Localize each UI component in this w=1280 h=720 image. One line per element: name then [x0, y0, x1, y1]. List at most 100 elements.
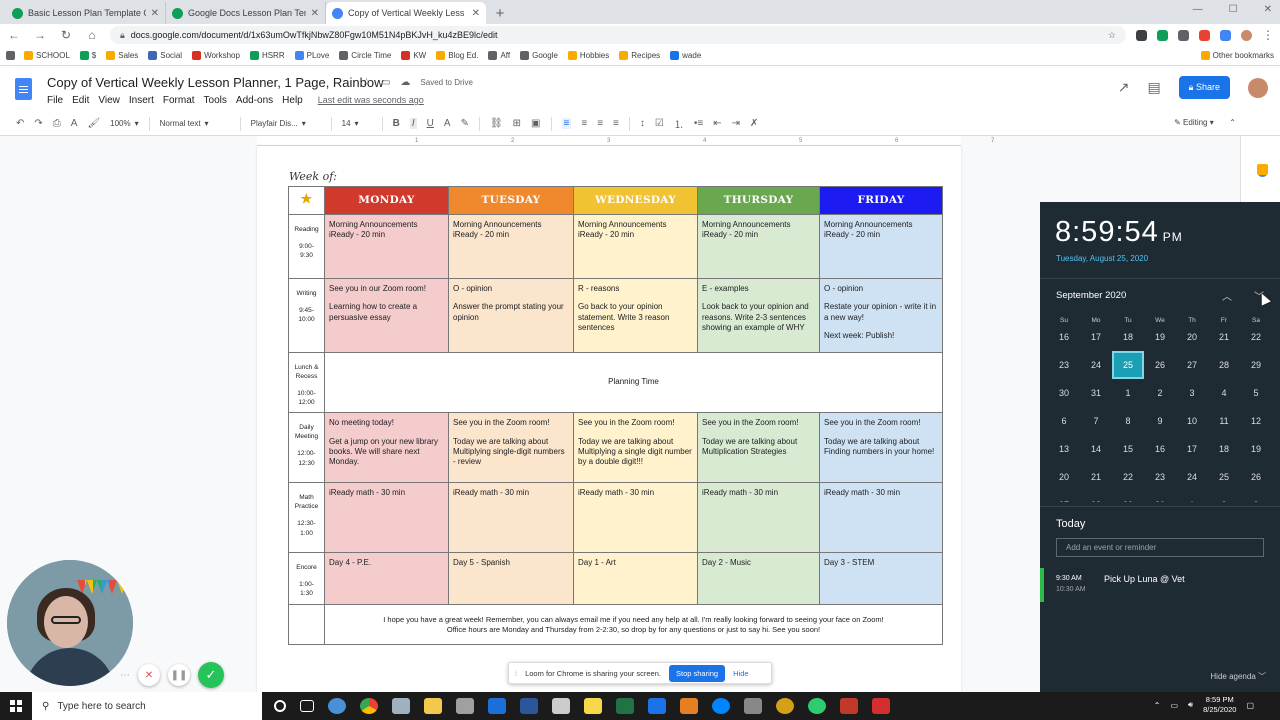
- url-input[interactable]: 🔒︎ docs.google.com/document/d/1x63umOwTf…: [110, 26, 1126, 44]
- calendar-day[interactable]: 20: [1176, 330, 1208, 351]
- calendar-day[interactable]: 30: [1144, 491, 1176, 502]
- calendar-day[interactable]: 8: [1112, 407, 1144, 435]
- browser-tab[interactable]: Google Docs Lesson Plan Templa ✕: [166, 2, 326, 24]
- menu-help[interactable]: Help: [282, 95, 303, 106]
- link-icon[interactable]: ⛓: [490, 118, 503, 129]
- row-label[interactable]: Daily Meeting 12:00- 12:30: [288, 412, 325, 484]
- tab-close-icon[interactable]: ✕: [151, 8, 159, 19]
- menu-tools[interactable]: Tools: [204, 95, 227, 106]
- align-center-icon[interactable]: ≡: [581, 118, 587, 129]
- lesson-cell[interactable]: Day 3 - STEM: [819, 552, 943, 606]
- calendar-day[interactable]: 19: [1144, 330, 1176, 351]
- calendar-day[interactable]: 23: [1144, 463, 1176, 491]
- app-icon[interactable]: [840, 698, 858, 714]
- decrease-indent-icon[interactable]: ⇤: [713, 118, 721, 129]
- clear-formatting-icon[interactable]: ✗: [750, 118, 758, 129]
- lesson-cell[interactable]: Day 2 - Music: [697, 552, 820, 606]
- row-label[interactable]: Lunch & Recess 10:00- 12:00: [288, 351, 325, 414]
- calendar-day[interactable]: 22: [1240, 330, 1272, 351]
- italic-icon[interactable]: I: [409, 118, 417, 129]
- text-color-icon[interactable]: A: [444, 118, 451, 129]
- extension-icon[interactable]: [1199, 29, 1210, 41]
- lesson-planner-table[interactable]: ★ MONDAY TUESDAY WEDNESDAY THURSDAY FRIDAY Re…: [288, 186, 943, 646]
- cancel-recording-icon[interactable]: ✕: [138, 664, 160, 686]
- day-header-monday[interactable]: MONDAY: [324, 186, 449, 215]
- calendar-day[interactable]: 29: [1112, 491, 1144, 502]
- redo-icon[interactable]: ↷: [34, 118, 42, 129]
- calendar-day[interactable]: 13: [1048, 435, 1080, 463]
- bookmark-item[interactable]: SCHOOL: [24, 51, 70, 60]
- lesson-cell[interactable]: iReady math - 30 min: [324, 482, 449, 554]
- lesson-cell[interactable]: iReady math - 30 min: [819, 482, 943, 554]
- browser-tab[interactable]: Basic Lesson Plan Template Goog ✕: [6, 2, 166, 24]
- day-header-thursday[interactable]: THURSDAY: [697, 186, 820, 215]
- week-of-label[interactable]: Week of:: [289, 170, 337, 183]
- line-spacing-icon[interactable]: ↕: [640, 118, 645, 129]
- lesson-cell[interactable]: E - examples Look back to your opinion an…: [697, 277, 820, 353]
- calendar-day[interactable]: 11: [1208, 407, 1240, 435]
- highlight-icon[interactable]: ✎: [461, 118, 469, 129]
- bookmark-item[interactable]: HSRR: [249, 51, 285, 60]
- notifications-icon[interactable]: ▢: [1246, 701, 1254, 710]
- bookmark-item[interactable]: Hobbies: [567, 51, 609, 60]
- calendar-day[interactable]: 26: [1240, 463, 1272, 491]
- calendar-day[interactable]: 26: [1144, 351, 1176, 379]
- volume-icon[interactable]: 🔊︎: [1188, 700, 1193, 710]
- lesson-cell[interactable]: Day 1 - Art: [573, 552, 698, 606]
- clock-date[interactable]: Tuesday, August 25, 2020: [1056, 254, 1148, 263]
- lesson-cell[interactable]: R - reasons Go back to your opinion state…: [573, 277, 698, 353]
- lesson-cell[interactable]: Morning Announcements iReady - 20 min: [819, 213, 943, 279]
- bulleted-list-icon[interactable]: •≡: [694, 118, 703, 129]
- calendar-day[interactable]: 27: [1048, 491, 1080, 502]
- calendar-day-selected[interactable]: 25: [1112, 351, 1144, 379]
- calendar-day[interactable]: 1: [1176, 491, 1208, 502]
- calendar-day[interactable]: 19: [1240, 435, 1272, 463]
- lesson-cell[interactable]: Morning Announcements iReady - 20 min: [573, 213, 698, 279]
- camera-icon[interactable]: [456, 698, 474, 714]
- lesson-cell[interactable]: See you in our Zoom room! Learning how to…: [324, 277, 449, 353]
- calendar-day[interactable]: 2: [1208, 491, 1240, 502]
- cortana-icon[interactable]: [274, 700, 286, 712]
- taskbar-search[interactable]: ⚲ Type here to search: [32, 692, 262, 720]
- forward-icon[interactable]: →: [32, 28, 48, 42]
- finish-recording-icon[interactable]: ✓: [198, 662, 224, 688]
- share-button[interactable]: 🔒︎ Share: [1178, 76, 1230, 99]
- extension-icon[interactable]: [1220, 29, 1231, 41]
- calendar-day[interactable]: 16: [1144, 435, 1176, 463]
- calendar-day[interactable]: 22: [1112, 463, 1144, 491]
- lesson-cell[interactable]: Day 5 - Spanish: [448, 552, 574, 606]
- calendar-day[interactable]: 17: [1080, 330, 1112, 351]
- lesson-cell[interactable]: Morning Announcements iReady - 20 min: [697, 213, 820, 279]
- bookmark-item[interactable]: Circle Time: [339, 51, 391, 60]
- calendar-day[interactable]: 28: [1080, 491, 1112, 502]
- calendar-day[interactable]: 28: [1208, 351, 1240, 379]
- calendar-day[interactable]: 9: [1144, 407, 1176, 435]
- lesson-cell[interactable]: Morning Announcements iReady - 20 min: [324, 213, 449, 279]
- calendar-day[interactable]: 27: [1176, 351, 1208, 379]
- menu-file[interactable]: File: [47, 95, 63, 106]
- sticky-notes-icon[interactable]: [584, 698, 602, 714]
- calendar-day[interactable]: 16: [1048, 330, 1080, 351]
- hide-button[interactable]: Hide: [733, 669, 748, 678]
- show-hidden-icons[interactable]: ⌃: [1154, 701, 1161, 710]
- font-size-select[interactable]: 14 ▾: [342, 119, 372, 128]
- stop-sharing-button[interactable]: Stop sharing: [668, 664, 726, 682]
- app-icon[interactable]: [808, 698, 826, 714]
- insert-image-icon[interactable]: ▣: [531, 118, 540, 129]
- undo-icon[interactable]: ↶: [16, 118, 24, 129]
- style-select[interactable]: Normal text ▾: [160, 119, 230, 128]
- calendar-day[interactable]: 12: [1240, 407, 1272, 435]
- hide-agenda-button[interactable]: Hide agenda ﹀: [1210, 671, 1266, 682]
- calendar-day[interactable]: 31: [1080, 379, 1112, 407]
- document-page[interactable]: Week of: ★ MONDAY TUESDAY WEDNESDAY THURSDAY…: [257, 146, 961, 692]
- align-right-icon[interactable]: ≡: [597, 118, 603, 129]
- calendar-day[interactable]: 3: [1240, 491, 1272, 502]
- planning-time-cell[interactable]: Planning Time: [324, 351, 943, 414]
- activity-trend-icon[interactable]: ↗: [1118, 79, 1130, 96]
- lesson-cell[interactable]: See you in the Zoom room! Today we are ta…: [697, 412, 820, 484]
- lesson-cell[interactable]: Morning Announcements iReady - 20 min: [448, 213, 574, 279]
- lesson-cell[interactable]: See you in the Zoom room! Today we are ta…: [819, 412, 943, 484]
- calendar-month[interactable]: September 2020: [1056, 290, 1126, 301]
- calendar-day[interactable]: 18: [1208, 435, 1240, 463]
- bold-icon[interactable]: B: [393, 118, 400, 129]
